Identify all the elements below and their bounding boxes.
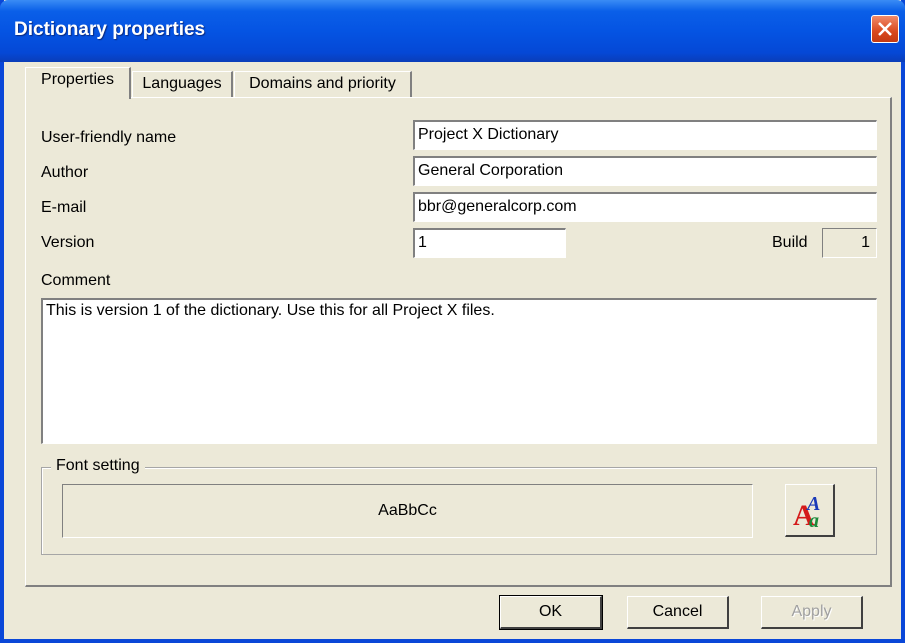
user-friendly-name-label: User-friendly name: [41, 129, 177, 146]
comment-label: Comment: [41, 272, 111, 289]
version-label: Version: [41, 234, 95, 251]
user-friendly-name-field[interactable]: Project X Dictionary: [413, 120, 877, 150]
build-label: Build: [772, 234, 808, 251]
author-label: Author: [41, 164, 89, 181]
tab-properties[interactable]: Properties: [25, 67, 131, 99]
email-field[interactable]: bbr@generalcorp.com: [413, 192, 877, 222]
window-title: Dictionary properties: [14, 19, 206, 40]
font-button[interactable]: A A a: [785, 484, 835, 537]
cancel-button[interactable]: Cancel: [627, 596, 729, 629]
close-icon: [878, 22, 892, 36]
svg-text:a: a: [809, 510, 819, 530]
ok-button[interactable]: OK: [499, 595, 603, 630]
version-field[interactable]: 1: [413, 228, 566, 258]
title-bar[interactable]: Dictionary properties: [0, 0, 905, 62]
font-preview: AaBbCc: [62, 484, 753, 538]
author-field[interactable]: General Corporation: [413, 156, 877, 186]
comment-textarea[interactable]: This is version 1 of the dictionary. Use…: [41, 298, 877, 444]
font-icon: A A a: [793, 493, 820, 530]
tab-domains-and-priority[interactable]: Domains and priority: [234, 71, 412, 97]
apply-button[interactable]: Apply: [761, 596, 863, 629]
font-setting-legend: Font setting: [51, 457, 145, 475]
tab-languages[interactable]: Languages: [132, 71, 233, 97]
email-label: E-mail: [41, 199, 87, 216]
build-value: 1: [822, 228, 877, 258]
close-button[interactable]: [871, 15, 899, 43]
